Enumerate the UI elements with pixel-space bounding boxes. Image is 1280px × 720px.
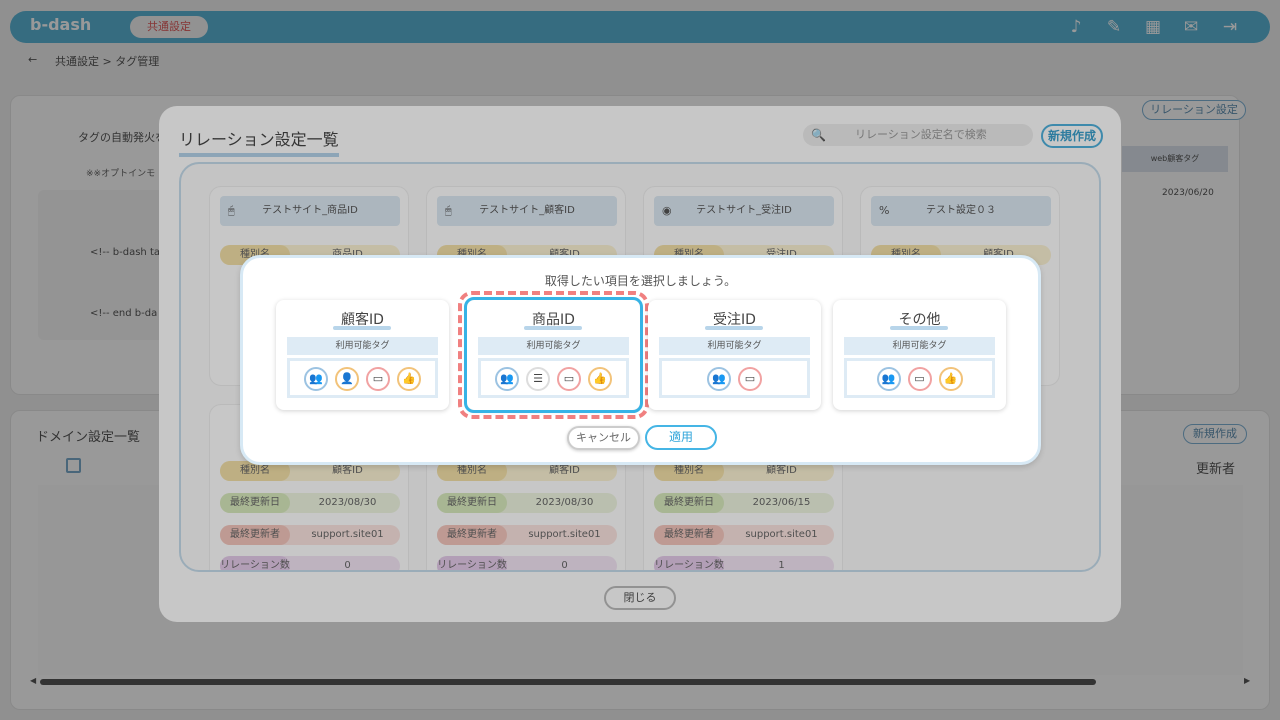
domain-new-button[interactable]: 新規作成	[1183, 424, 1247, 444]
relation-card-header: 🖱 テストサイト_顧客ID	[437, 196, 617, 226]
domain-settings-title: ドメイン設定一覧	[36, 430, 141, 445]
apply-button[interactable]: 適用	[645, 425, 717, 450]
row-value: 2023/08/30	[535, 497, 594, 508]
scroll-right-icon[interactable]: ▶	[1244, 676, 1250, 685]
mouse-icon: 🖱	[445, 204, 452, 217]
wrench-icon[interactable]: ✎	[1104, 17, 1124, 37]
web-tag-header: web顧客タグ	[1122, 146, 1228, 172]
code-line: <!-- b-dash ta	[90, 247, 160, 258]
row-value: 2023/08/30	[318, 497, 377, 508]
option-order-id[interactable]: 受注ID 利用可能タグ 👥 ▭	[648, 300, 821, 410]
row-value: support.site01	[311, 529, 384, 540]
relation-card-row: リレーション数 0	[437, 556, 617, 571]
relation-card-row: リレーション数 0	[220, 556, 400, 571]
option-underline	[333, 326, 391, 330]
users-icon: 👥	[876, 367, 901, 391]
date-value: 2023/06/20	[1162, 188, 1214, 198]
option-underline	[890, 326, 948, 330]
percent-icon: %	[879, 204, 890, 217]
relation-card-row: 最終更新日 2023/08/30	[220, 493, 400, 513]
row-key: 最終更新日	[220, 493, 290, 513]
thumbs-up-icon: 👍	[397, 367, 421, 391]
monitor-icon: ▭	[738, 367, 762, 391]
relation-card-header: % テスト設定０３	[871, 196, 1051, 226]
row-key: リレーション数	[654, 556, 724, 570]
row-value: 0	[344, 560, 351, 571]
row-key: 最終更新日	[437, 493, 507, 513]
auto-fire-label: タグの自動発火を	[78, 131, 166, 144]
cancel-button[interactable]: キャンセル	[567, 426, 640, 450]
relation-settings-button[interactable]: リレーション設定	[1142, 100, 1246, 120]
mouse-icon: 🖱	[228, 204, 235, 217]
relation-new-button[interactable]: 新規作成	[1041, 124, 1103, 148]
available-tags-box: 👥 👤 ▭ 👍	[287, 358, 438, 398]
relation-list-title: リレーション設定一覧	[179, 126, 339, 157]
back-arrow-icon[interactable]: ←	[28, 53, 37, 66]
option-underline	[705, 326, 763, 330]
users-icon: 👥	[304, 367, 328, 391]
row-key: 最終更新者	[654, 525, 724, 545]
relation-card-name: テスト設定０３	[926, 205, 996, 216]
megaphone-icon[interactable]: ✉	[1181, 17, 1201, 37]
row-key: 最終更新者	[220, 525, 290, 545]
available-tags-box: 👥 ▭ 👍	[844, 358, 995, 398]
relation-card-name: テストサイト_商品ID	[262, 205, 358, 216]
available-tags-label: 利用可能タグ	[844, 337, 995, 355]
relation-search-input[interactable]: 🔍 リレーション設定名で検索	[803, 124, 1033, 146]
relation-card-row: 最終更新日 2023/08/30	[437, 493, 617, 513]
logout-icon[interactable]: ⇥	[1220, 17, 1240, 37]
user-icon: 👤	[335, 367, 359, 391]
relation-card-header: 🖱 テストサイト_商品ID	[220, 196, 400, 226]
thumbs-up-icon: 👍	[938, 367, 963, 391]
available-tags-label: 利用可能タグ	[659, 337, 810, 355]
row-value: 1	[778, 560, 785, 571]
row-key: リレーション数	[437, 556, 507, 570]
breadcrumb: 共通設定 > タグ管理	[55, 55, 160, 68]
monitor-icon: ▭	[907, 367, 932, 391]
grid-icon[interactable]: ▦	[1143, 17, 1163, 37]
updated-by-column: 更新者	[1196, 462, 1236, 477]
option-customer-id[interactable]: 顧客ID 利用可能タグ 👥 👤 ▭ 👍	[276, 300, 449, 410]
monitor-icon: ▭	[366, 367, 390, 391]
optin-label: ※※オプトインモ	[86, 169, 156, 179]
search-icon: 🔍	[811, 128, 826, 142]
relation-card-row: 最終更新者 support.site01	[437, 525, 617, 545]
search-placeholder: リレーション設定名で検索	[855, 128, 987, 141]
option-other[interactable]: その他 利用可能タグ 👥 ▭ 👍	[833, 300, 1006, 410]
relation-card-name: テストサイト_顧客ID	[479, 205, 575, 216]
select-item-dialog: 取得したい項目を選択しましょう。 顧客ID 利用可能タグ 👥 👤 ▭ 👍 商品I…	[240, 255, 1041, 465]
row-value: 0	[561, 560, 568, 571]
users-icon: 👥	[707, 367, 731, 391]
row-value: support.site01	[745, 529, 818, 540]
relation-card-row: 最終更新日 2023/06/15	[654, 493, 834, 513]
available-tags-box: 👥 ▭	[659, 358, 810, 398]
eye-icon: ◉	[662, 204, 672, 217]
scroll-left-icon[interactable]: ◀	[30, 676, 36, 685]
row-key: 最終更新者	[437, 525, 507, 545]
relation-card-row: 最終更新者 support.site01	[654, 525, 834, 545]
relation-card-row: リレーション数 1	[654, 556, 834, 571]
logo: b-dash	[30, 15, 92, 34]
code-line: <!-- end b-da	[90, 308, 158, 319]
scroll-down-icon[interactable]: ▼	[1099, 558, 1101, 567]
row-key: リレーション数	[220, 556, 290, 570]
row-value: 2023/06/15	[752, 497, 811, 508]
close-button[interactable]: 閉じる	[604, 586, 676, 610]
scroll-up-icon[interactable]: ▲	[1099, 170, 1101, 179]
dialog-title: 取得したい項目を選択しましょう。	[544, 274, 737, 288]
shared-settings-badge[interactable]: 共通設定	[130, 16, 208, 38]
highlight-dashed-frame	[458, 291, 649, 419]
bell-icon[interactable]: ♪	[1066, 17, 1086, 37]
relation-card-name: テストサイト_受注ID	[696, 205, 792, 216]
relation-card-header: ◉ テストサイト_受注ID	[654, 196, 834, 226]
row-key: 最終更新日	[654, 493, 724, 513]
select-all-checkbox[interactable]	[66, 458, 81, 473]
available-tags-label: 利用可能タグ	[287, 337, 438, 355]
relation-card-row: 最終更新者 support.site01	[220, 525, 400, 545]
row-value: support.site01	[528, 529, 601, 540]
horizontal-scrollbar[interactable]	[40, 679, 1096, 685]
